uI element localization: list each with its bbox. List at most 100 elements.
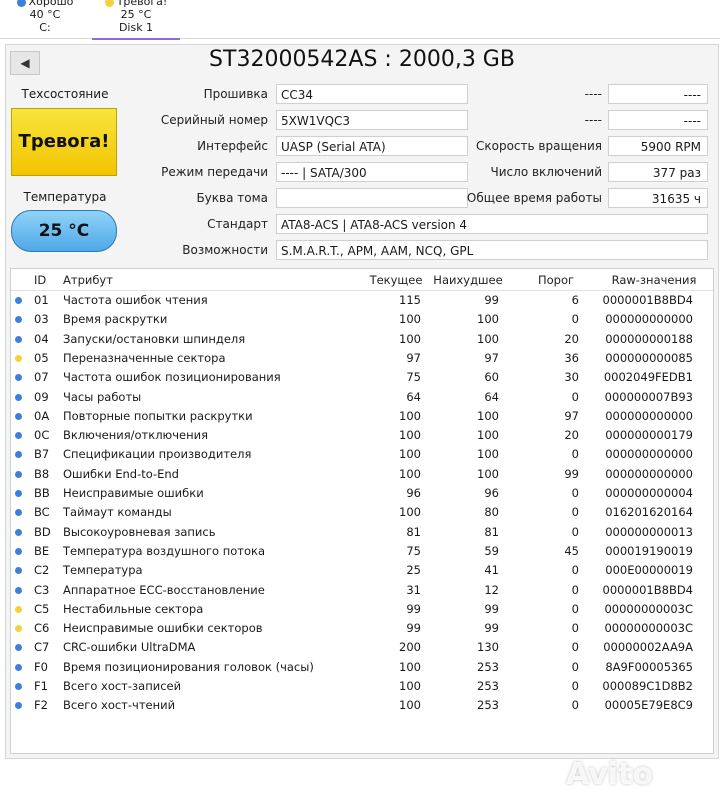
attr-current: 99 [406,621,421,636]
attr-worst: 100 [477,408,499,423]
attr-current: 31 [406,582,421,597]
table-row[interactable]: 07 Частота ошибок позиционирования 75 60 30 0… [11,368,713,387]
table-row[interactable]: 0C Включения/отключения 100 100 20 0000000001… [11,426,713,445]
attr-current: 97 [406,350,421,365]
attr-threshold: 45 [564,543,579,558]
attr-name: Ошибки End-to-End [63,466,179,481]
table-row[interactable]: 0A Повторные попытки раскрутки 100 100 97 000… [11,407,713,426]
watermark: Avito [566,757,653,792]
attr-current: 64 [406,389,421,404]
attr-name: Неисправимые ошибки секторов [63,621,263,636]
attr-name: Повторные попытки раскрутки [63,408,253,423]
attr-raw: 000000000179 [605,428,693,443]
reserved1-value: ---- [608,84,708,104]
attr-id: BB [34,486,50,500]
attr-threshold: 20 [564,428,579,443]
col-worst-header[interactable]: Наихудшее [431,271,505,290]
table-row[interactable]: 09 Часы работы 64 64 0 000000007B93 [11,388,713,407]
table-row[interactable]: B7 Спецификации производителя 100 100 0 00000… [11,445,713,464]
standard-label: Стандарт [207,217,268,231]
attr-name: Неисправимые ошибки [63,486,204,500]
table-row[interactable]: 01 Частота ошибок чтения 115 99 6 0000001B8BD… [11,291,713,310]
table-row[interactable]: F2 Всего хост-чтений 100 253 0 00005E79E8C9 [11,696,713,715]
attr-worst: 59 [484,543,499,558]
attr-current: 100 [399,428,421,443]
disk-tab-disk1[interactable]: Тревога! 25 °C Disk 1 [92,0,180,40]
table-row[interactable]: C6 Неисправимые ошибки секторов 99 99 0 00000… [11,619,713,638]
attr-threshold: 6 [571,293,579,307]
attr-current: 75 [406,543,421,558]
table-row[interactable]: F0 Время позиционирования головок (часы) 1… [11,658,713,677]
table-row[interactable]: BE Температура воздушного потока 75 59 45 000… [11,542,713,561]
table-row[interactable]: C2 Температура 25 41 0 000E00000019 [11,561,713,580]
table-row[interactable]: C3 Аппаратное ECC-восстановление 31 12 0 0000… [11,581,713,600]
attr-id: F1 [34,679,48,693]
smart-attributes-table[interactable]: ID Атрибут Текущее Наихудшее Порог Raw-з… [10,268,714,754]
attr-worst: 253 [477,698,499,713]
attr-raw: 016201620164 [605,505,693,520]
attr-threshold: 0 [571,505,579,520]
col-current-header[interactable]: Текущее [361,271,431,290]
attr-id: C5 [34,601,50,616]
attr-threshold: 0 [571,563,579,578]
attr-current: 100 [399,505,421,520]
attr-worst: 60 [484,370,499,385]
temperature-label: Температура [23,190,107,204]
attr-threshold: 0 [571,640,579,655]
standard-value: ATA8-ACS | ATA8-ACS version 4 [276,214,708,234]
table-row[interactable]: B8 Ошибки End-to-End 100 100 99 000000000000 [11,465,713,484]
attr-threshold: 0 [571,389,579,404]
temperature-badge[interactable]: 25 °C [11,210,117,252]
table-row[interactable]: 03 Время раскрутки 100 100 0 000000000000 [11,310,713,329]
attr-name: Всего хост-записей [63,679,182,693]
attr-current: 100 [399,312,421,327]
serial-label: Серийный номер [160,113,268,127]
attr-raw: 0000001B8BD4 [602,582,693,597]
table-row[interactable]: F1 Всего хост-записей 100 253 0 000089C1D8B2 [11,677,713,696]
attr-current: 99 [406,601,421,616]
col-attr-header[interactable]: Атрибут [63,271,113,290]
table-row[interactable]: 04 Запуски/остановки шпинделя 100 100 20 0000… [11,330,713,349]
attr-id: 01 [34,293,49,307]
attr-raw: 000000000000 [605,447,693,462]
attr-worst: 12 [484,582,499,597]
attr-current: 100 [399,331,421,346]
attr-threshold: 0 [571,447,579,462]
power-count-label: Число включений [490,165,602,179]
col-threshold-header[interactable]: Порог [521,271,591,290]
attr-name: Часы работы [63,389,142,404]
interface-label: Интерфейс [197,139,268,153]
attr-raw: 000000000000 [605,408,693,423]
attr-current: 81 [406,524,421,539]
col-raw-header[interactable]: Raw-значения [599,271,709,290]
reserved2-value: ---- [608,110,708,130]
reserved2-label: ---- [584,113,602,127]
attr-name: Запуски/остановки шпинделя [63,331,246,346]
attr-current: 100 [399,408,421,423]
attr-worst: 100 [477,331,499,346]
attr-raw: 00005E79E8C9 [604,698,693,713]
table-row[interactable]: 05 Переназначенные сектора 97 97 36 000000000… [11,349,713,368]
attr-threshold: 0 [571,621,579,636]
attr-raw: 000089C1D8B2 [602,679,693,693]
attr-threshold: 99 [564,466,579,481]
table-row[interactable]: C5 Нестабильные сектора 99 99 0 00000000003C [11,600,713,619]
attr-raw: 000000000013 [605,524,693,539]
volume-letter-label: Буква тома [196,191,268,205]
table-row[interactable]: BB Неисправимые ошибки 96 96 0 000000000004 [11,484,713,503]
attr-current: 100 [399,466,421,481]
col-id-header[interactable]: ID [34,271,46,290]
attr-raw: 000000000188 [605,331,693,346]
health-label: Техсостояние [21,87,109,101]
disk-tab-name: Disk 1 [118,21,154,34]
health-status-badge[interactable]: Тревога! [11,108,117,176]
table-row[interactable]: BC Таймаут команды 100 80 0 016201620164 [11,503,713,522]
table-row[interactable]: C7 CRC-ошибки UltraDMA 200 130 0 00000002AA9A [11,638,713,657]
table-row[interactable]: BD Высокоуровневая запись 81 81 0 00000000001… [11,523,713,542]
attr-worst: 130 [477,640,499,655]
attr-name: Нестабильные сектора [63,601,204,616]
attr-worst: 41 [484,563,499,578]
disk-tab-c[interactable]: Хорошо 40 °C C: [0,0,90,38]
attr-raw: 0002049FEDB1 [603,370,693,385]
back-arrow-icon[interactable]: ◀ [10,51,40,75]
